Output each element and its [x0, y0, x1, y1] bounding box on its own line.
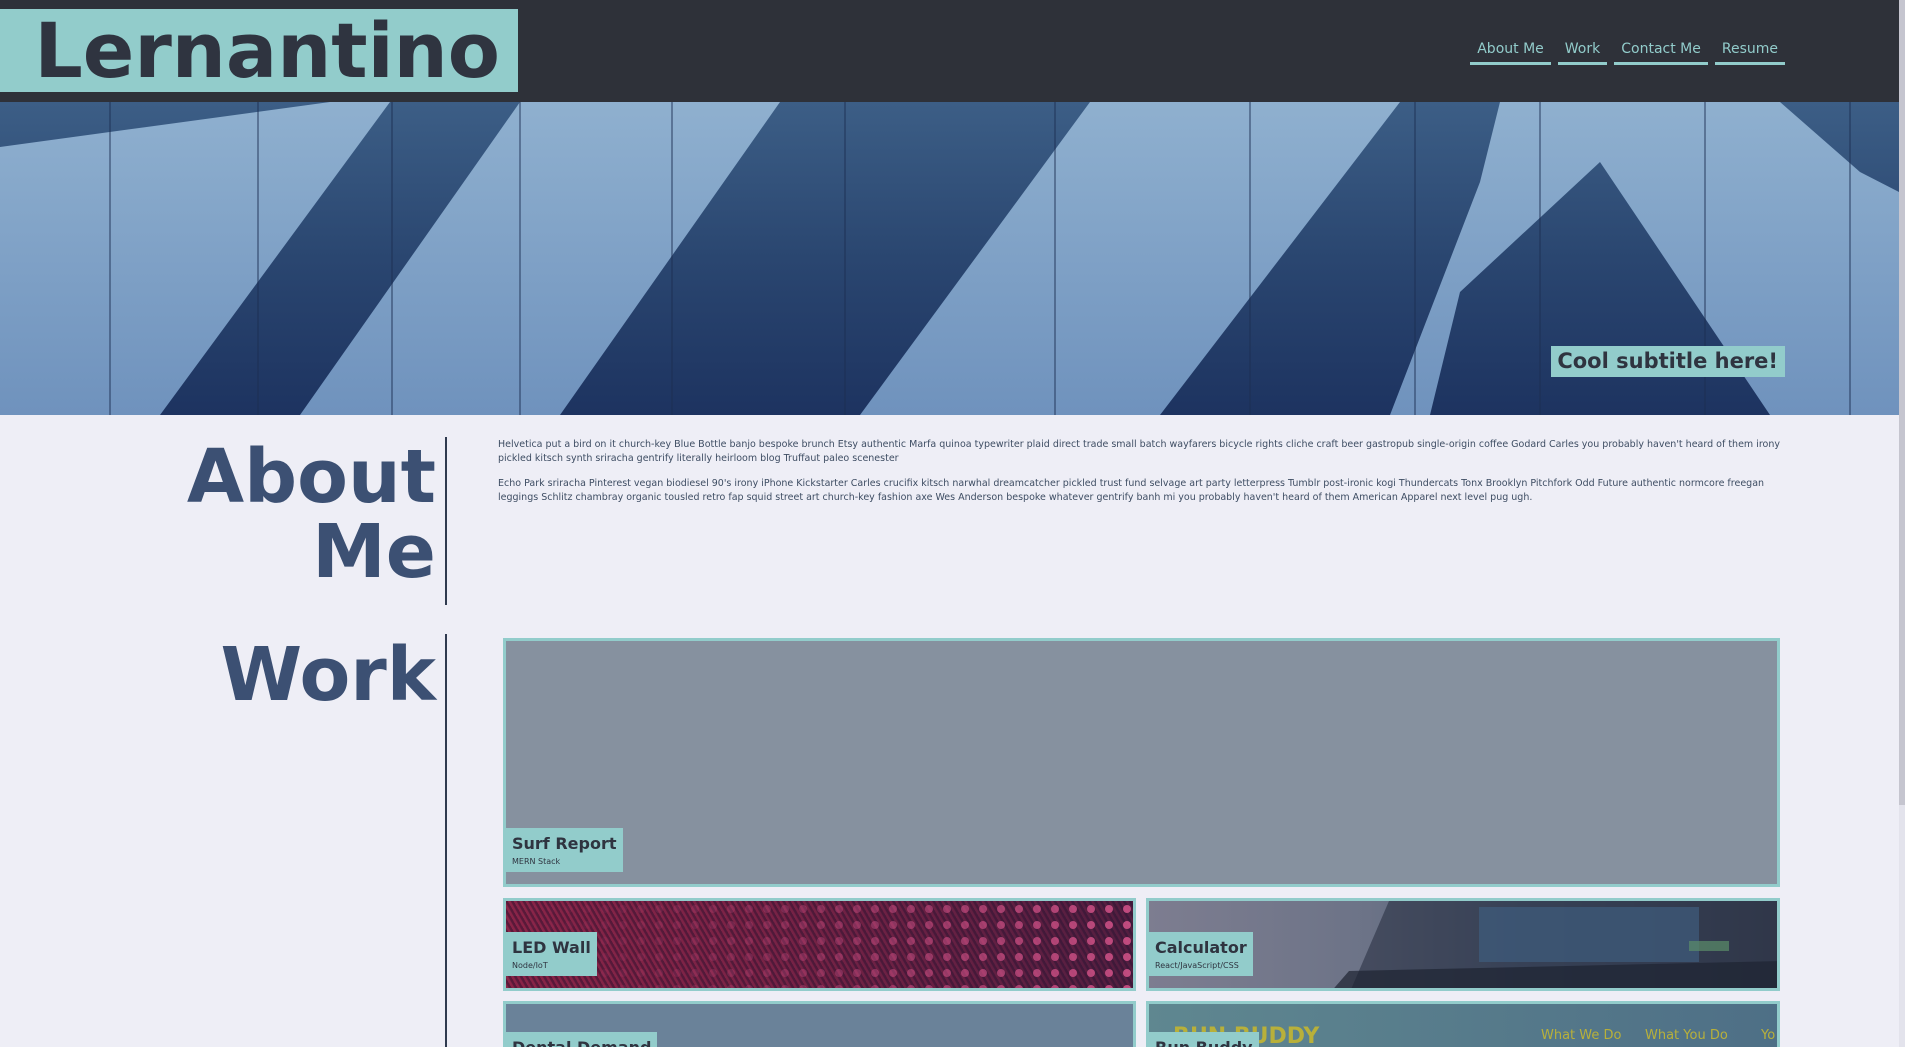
runbuddy-link: Yo — [1761, 1028, 1776, 1043]
about-text: Helvetica put a bird on it church-key Bl… — [498, 438, 1780, 515]
project-title: Calculator — [1155, 938, 1247, 957]
page-scrollbar-thumb[interactable] — [1899, 0, 1905, 805]
hero-subtitle: Cool subtitle here! — [1551, 346, 1785, 377]
project-title: Run Buddy — [1155, 1038, 1253, 1047]
work-title: Work — [220, 632, 436, 718]
site-logo[interactable]: Lernantino — [34, 7, 500, 95]
about-divider — [445, 437, 447, 605]
site-header: Lernantino About Me Work Contact Me Resu… — [0, 0, 1899, 102]
hero-banner: Cool subtitle here! — [0, 102, 1899, 415]
project-title: Surf Report — [512, 834, 617, 853]
project-label: Surf Report MERN Stack — [506, 828, 623, 872]
nav-work[interactable]: Work — [1557, 39, 1608, 65]
about-paragraph: Echo Park sriracha Pinterest vegan biodi… — [498, 477, 1765, 503]
project-card-dental-demand[interactable]: Dental Demand — [503, 1001, 1136, 1047]
about-paragraph: Helvetica put a bird on it church-key Bl… — [498, 439, 1780, 465]
nav-about-me[interactable]: About Me — [1470, 39, 1551, 65]
project-label: Calculator React/JavaScript/CSS — [1149, 932, 1253, 976]
led-dots-image — [506, 901, 1133, 988]
runbuddy-link: What You Do — [1645, 1028, 1728, 1043]
project-stack: Node/IoT — [512, 961, 548, 970]
about-title: About Me — [160, 434, 436, 596]
project-card-led-wall[interactable]: LED Wall Node/IoT — [503, 898, 1136, 991]
work-divider — [445, 634, 447, 1047]
project-label: Run Buddy — [1149, 1032, 1259, 1047]
project-card-run-buddy[interactable]: RUN BUDDY What We Do What You Do Yo Run … — [1146, 1001, 1780, 1047]
project-title: Dental Demand — [512, 1038, 651, 1047]
project-card-surf-report[interactable]: Surf Report MERN Stack — [503, 638, 1780, 887]
runbuddy-link: What We Do — [1541, 1028, 1622, 1043]
nav-resume[interactable]: Resume — [1714, 39, 1785, 65]
project-stack: React/JavaScript/CSS — [1155, 961, 1239, 970]
project-title: LED Wall — [512, 938, 591, 957]
project-stack: MERN Stack — [512, 857, 561, 866]
about-title-line1: About — [186, 434, 436, 520]
logo-box[interactable]: Lernantino — [0, 7, 518, 95]
project-label: Dental Demand — [506, 1032, 658, 1047]
project-card-calculator[interactable]: Calculator React/JavaScript/CSS — [1146, 898, 1780, 991]
project-label: LED Wall Node/IoT — [506, 932, 597, 976]
about-title-line2: Me — [312, 509, 436, 596]
nav-contact-me[interactable]: Contact Me — [1614, 39, 1708, 65]
main-nav: About Me Work Contact Me Resume — [1470, 39, 1785, 65]
